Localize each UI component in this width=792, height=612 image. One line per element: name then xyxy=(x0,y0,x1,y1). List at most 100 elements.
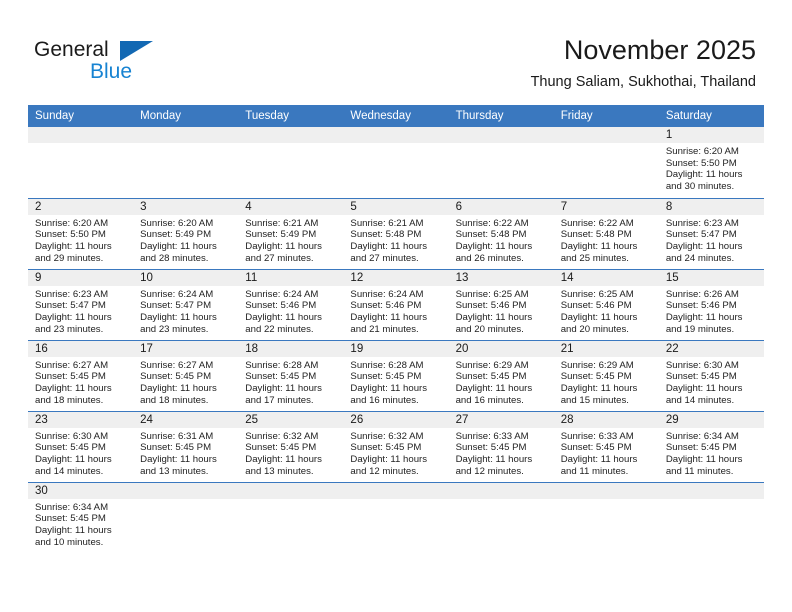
calendar-day-cell[interactable]: 16 Sunrise: 6:27 AM Sunset: 5:45 PM Dayligh… xyxy=(28,339,134,411)
day-number: 4 xyxy=(238,198,344,215)
calendar-day-cell[interactable]: 12 Sunrise: 6:24 AM Sunset: 5:46 PM Dayligh… xyxy=(343,268,449,340)
calendar-body: 1 Sunrise: 6:20 AM Sunset: 5:50 PM Daylight… xyxy=(28,127,764,553)
daylight-text-line2: and 27 minutes. xyxy=(350,252,419,264)
calendar-cell-empty xyxy=(553,127,659,198)
general-blue-logo[interactable]: General Blue xyxy=(34,38,234,90)
daylight-text-line1: Daylight: 11 hours xyxy=(140,240,217,252)
calendar-day-cell[interactable]: 20 Sunrise: 6:29 AM Sunset: 5:45 PM Dayligh… xyxy=(448,339,554,411)
day-number: 6 xyxy=(448,198,554,215)
calendar-day-cell[interactable]: 13 Sunrise: 6:25 AM Sunset: 5:46 PM Dayligh… xyxy=(448,268,554,340)
calendar-day-cell[interactable]: 18 Sunrise: 6:28 AM Sunset: 5:45 PM Dayligh… xyxy=(238,339,344,411)
daylight-text-line1: Daylight: 11 hours xyxy=(560,311,638,323)
daylight-text-line2: and 26 minutes. xyxy=(455,252,524,264)
blue-triangle-flag-icon xyxy=(120,41,153,61)
calendar-day-cell[interactable]: 26 Sunrise: 6:32 AM Sunset: 5:45 PM Dayligh… xyxy=(343,410,449,482)
calendar-day-cell[interactable]: 28 Sunrise: 6:33 AM Sunset: 5:45 PM Dayligh… xyxy=(553,410,659,482)
day-number xyxy=(553,482,659,499)
calendar-week-row: 2 Sunrise: 6:20 AM Sunset: 5:50 PM Daylight… xyxy=(28,197,764,269)
calendar-day-cell[interactable]: 9 Sunrise: 6:23 AM Sunset: 5:47 PM Daylight… xyxy=(28,268,134,340)
calendar-day-cell[interactable]: 27 Sunrise: 6:33 AM Sunset: 5:45 PM Dayligh… xyxy=(448,410,554,482)
calendar-cell-empty xyxy=(343,481,449,553)
daylight-text-line1: Daylight: 11 hours xyxy=(245,382,322,394)
calendar-header-row: Sunday Monday Tuesday Wednesday Thursday… xyxy=(28,105,764,127)
calendar-day-cell[interactable]: 22 Sunrise: 6:30 AM Sunset: 5:45 PM Dayligh… xyxy=(658,339,764,411)
day-details: Sunrise: 6:27 AM Sunset: 5:45 PM Daylight:… xyxy=(28,357,133,407)
weekday-header-friday: Friday xyxy=(553,105,659,127)
day-details: Sunrise: 6:25 AM Sunset: 5:46 PM Daylight:… xyxy=(554,286,659,336)
day-details: Sunrise: 6:20 AM Sunset: 5:49 PM Daylight:… xyxy=(133,215,238,265)
daylight-text-line2: and 18 minutes. xyxy=(35,394,104,406)
calendar-day-cell[interactable]: 30 Sunrise: 6:34 AM Sunset: 5:45 PM Dayligh… xyxy=(28,481,134,553)
calendar-day-cell[interactable]: 5 Sunrise: 6:21 AM Sunset: 5:48 PM Daylight… xyxy=(343,197,449,269)
day-number: 28 xyxy=(553,411,659,428)
sunset-text: Sunset: 5:45 PM xyxy=(245,442,317,454)
calendar-day-cell[interactable]: 24 Sunrise: 6:31 AM Sunset: 5:45 PM Dayligh… xyxy=(133,410,239,482)
calendar-day-cell[interactable]: 1 Sunrise: 6:20 AM Sunset: 5:50 PM Daylight… xyxy=(658,127,764,198)
daylight-text-line1: Daylight: 11 hours xyxy=(35,524,112,536)
calendar-day-cell[interactable]: 19 Sunrise: 6:28 AM Sunset: 5:45 PM Dayligh… xyxy=(343,339,449,411)
sunrise-text: Sunrise: 6:33 AM xyxy=(560,430,634,442)
day-details: Sunrise: 6:33 AM Sunset: 5:45 PM Daylight:… xyxy=(554,428,659,478)
calendar-day-cell[interactable]: 14 Sunrise: 6:25 AM Sunset: 5:46 PM Dayligh… xyxy=(553,268,659,340)
daylight-text-line2: and 11 minutes. xyxy=(560,465,629,477)
calendar-day-cell[interactable]: 21 Sunrise: 6:29 AM Sunset: 5:45 PM Dayligh… xyxy=(553,339,659,411)
sunset-text: Sunset: 5:50 PM xyxy=(35,229,106,241)
weekday-header-sunday: Sunday xyxy=(28,105,134,127)
daylight-text-line1: Daylight: 11 hours xyxy=(140,311,217,323)
calendar-day-cell[interactable]: 11 Sunrise: 6:24 AM Sunset: 5:46 PM Dayligh… xyxy=(238,268,344,340)
day-number xyxy=(133,127,239,143)
calendar-day-cell[interactable]: 6 Sunrise: 6:22 AM Sunset: 5:48 PM Daylight… xyxy=(448,197,554,269)
daylight-text-line2: and 19 minutes. xyxy=(665,323,735,335)
day-details: Sunrise: 6:22 AM Sunset: 5:48 PM Daylight:… xyxy=(554,215,659,265)
day-number: 7 xyxy=(553,198,659,215)
day-number xyxy=(133,482,239,499)
day-number: 21 xyxy=(553,340,659,357)
daylight-text-line1: Daylight: 11 hours xyxy=(665,382,743,394)
daylight-text-line1: Daylight: 11 hours xyxy=(665,453,743,465)
sunset-text: Sunset: 5:50 PM xyxy=(665,157,737,169)
calendar-day-cell[interactable]: 2 Sunrise: 6:20 AM Sunset: 5:50 PM Daylight… xyxy=(28,197,134,269)
sunrise-text: Sunrise: 6:34 AM xyxy=(665,430,739,442)
daylight-text-line1: Daylight: 11 hours xyxy=(350,240,428,252)
daylight-text-line2: and 28 minutes. xyxy=(140,252,209,264)
daylight-text-line2: and 21 minutes. xyxy=(350,323,419,335)
calendar-day-cell[interactable]: 17 Sunrise: 6:27 AM Sunset: 5:45 PM Dayligh… xyxy=(133,339,239,411)
calendar-week-row: 16 Sunrise: 6:27 AM Sunset: 5:45 PM Dayligh… xyxy=(28,339,764,411)
sunrise-text: Sunrise: 6:20 AM xyxy=(665,146,739,157)
sunset-text: Sunset: 5:45 PM xyxy=(455,442,527,454)
sunrise-text: Sunrise: 6:30 AM xyxy=(665,359,739,371)
day-details: Sunrise: 6:32 AM Sunset: 5:45 PM Daylight:… xyxy=(238,428,343,478)
calendar-week-row: 30 Sunrise: 6:34 AM Sunset: 5:45 PM Dayligh… xyxy=(28,481,764,553)
daylight-text-line2: and 27 minutes. xyxy=(245,252,314,264)
sunrise-text: Sunrise: 6:23 AM xyxy=(35,288,109,300)
day-details: Sunrise: 6:24 AM Sunset: 5:46 PM Daylight:… xyxy=(238,286,343,336)
calendar-cell-empty xyxy=(238,127,344,198)
sunset-text: Sunset: 5:46 PM xyxy=(560,300,632,312)
calendar-day-cell[interactable]: 15 Sunrise: 6:26 AM Sunset: 5:46 PM Dayligh… xyxy=(658,268,764,340)
sunrise-text: Sunrise: 6:25 AM xyxy=(560,288,634,300)
sunset-text: Sunset: 5:49 PM xyxy=(140,229,212,241)
daylight-text-line1: Daylight: 11 hours xyxy=(35,240,112,252)
sunrise-text: Sunrise: 6:32 AM xyxy=(350,430,424,442)
day-number: 10 xyxy=(133,269,239,286)
sunrise-text: Sunrise: 6:23 AM xyxy=(665,217,739,229)
calendar-day-cell[interactable]: 7 Sunrise: 6:22 AM Sunset: 5:48 PM Daylight… xyxy=(553,197,659,269)
day-number: 22 xyxy=(658,340,764,357)
weekday-header-saturday: Saturday xyxy=(658,105,764,127)
calendar-day-cell[interactable]: 4 Sunrise: 6:21 AM Sunset: 5:49 PM Daylight… xyxy=(238,197,344,269)
sunrise-text: Sunrise: 6:32 AM xyxy=(245,430,319,442)
calendar-day-cell[interactable]: 10 Sunrise: 6:24 AM Sunset: 5:47 PM Dayligh… xyxy=(133,268,239,340)
day-details: Sunrise: 6:27 AM Sunset: 5:45 PM Daylight:… xyxy=(133,357,238,407)
calendar-day-cell[interactable]: 29 Sunrise: 6:34 AM Sunset: 5:45 PM Dayligh… xyxy=(658,410,764,482)
calendar-day-cell[interactable]: 8 Sunrise: 6:23 AM Sunset: 5:47 PM Daylight… xyxy=(658,197,764,269)
calendar-day-cell[interactable]: 25 Sunrise: 6:32 AM Sunset: 5:45 PM Dayligh… xyxy=(238,410,344,482)
daylight-text-line1: Daylight: 11 hours xyxy=(560,240,638,252)
day-number xyxy=(658,482,764,499)
day-number: 3 xyxy=(133,198,239,215)
sunset-text: Sunset: 5:48 PM xyxy=(455,229,527,241)
daylight-text-line1: Daylight: 11 hours xyxy=(455,311,533,323)
day-details: Sunrise: 6:23 AM Sunset: 5:47 PM Daylight:… xyxy=(28,286,133,336)
calendar-day-cell[interactable]: 3 Sunrise: 6:20 AM Sunset: 5:49 PM Daylight… xyxy=(133,197,239,269)
sunset-text: Sunset: 5:45 PM xyxy=(140,442,212,454)
calendar-day-cell[interactable]: 23 Sunrise: 6:30 AM Sunset: 5:45 PM Dayligh… xyxy=(28,410,134,482)
